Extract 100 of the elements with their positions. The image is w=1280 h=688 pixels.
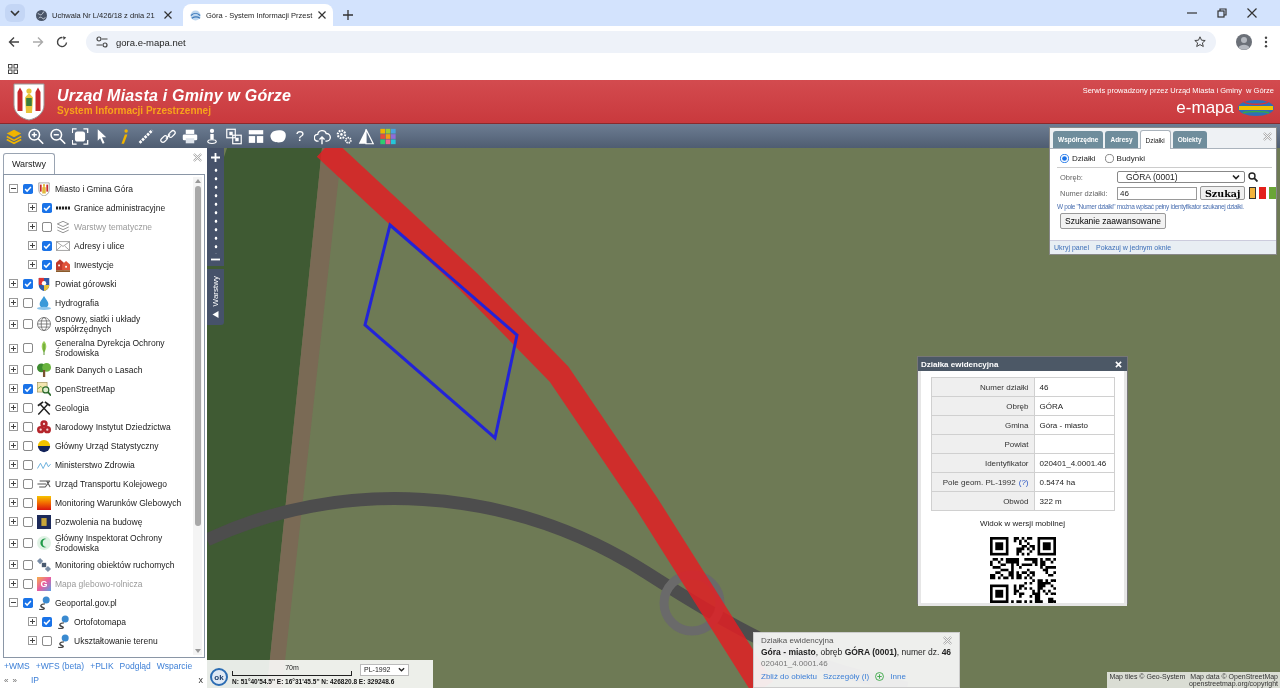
panel-link[interactable]: Wsparcie (156, 661, 193, 671)
checkbox[interactable] (23, 364, 33, 375)
layer-name[interactable]: OpenStreetMap (55, 383, 115, 394)
full-extent-icon[interactable] (70, 127, 90, 145)
tree-toggle[interactable] (9, 319, 18, 329)
radio-button[interactable] (1060, 154, 1069, 163)
popup-link[interactable]: Inne (890, 672, 906, 681)
layer-name[interactable]: Generalna Dyrekcja Ochrony Środowiska (55, 338, 187, 358)
layer-name[interactable]: Geologia (55, 402, 90, 413)
tree-toggle[interactable] (9, 460, 18, 469)
tree-toggle[interactable] (9, 598, 18, 607)
checkbox[interactable] (42, 240, 52, 251)
tree-toggle[interactable] (9, 422, 18, 431)
tree-toggle[interactable] (9, 403, 18, 412)
ip-link[interactable]: IP (30, 675, 39, 685)
back-arrow-icon[interactable] (8, 36, 20, 48)
layer-name[interactable]: Inwestycje (74, 259, 114, 270)
radio-label[interactable]: Działki (1072, 154, 1096, 163)
reload-icon[interactable] (56, 36, 68, 48)
apps-grid-icon[interactable] (8, 64, 18, 74)
checkbox[interactable] (23, 319, 33, 329)
tree-toggle[interactable] (9, 441, 18, 450)
layer-name[interactable]: Powiat górowski (55, 278, 117, 289)
scroll-down-icon[interactable] (194, 649, 201, 653)
layer-name[interactable]: Ortofotomapa (74, 616, 126, 627)
checkbox[interactable] (42, 635, 52, 646)
checkbox[interactable] (23, 516, 33, 527)
settings-icon[interactable] (334, 127, 354, 145)
checkbox[interactable] (23, 183, 33, 194)
scroll-up-icon[interactable] (194, 179, 201, 183)
layer-name[interactable]: Granice administracyjne (74, 202, 166, 213)
layer-name[interactable]: Ukształtowanie terenu (74, 635, 158, 646)
tree-toggle[interactable] (9, 279, 18, 288)
color-swatch[interactable] (1269, 187, 1277, 199)
checkbox[interactable] (23, 459, 33, 470)
tree-toggle[interactable] (28, 203, 37, 212)
search-button[interactable]: Szukaj (1200, 186, 1246, 200)
help-link[interactable]: (?) (1018, 477, 1029, 487)
zoom-out-icon[interactable] (48, 127, 68, 145)
checkbox[interactable] (23, 559, 33, 570)
shape-icon[interactable] (268, 127, 288, 145)
tree-toggle[interactable] (9, 517, 18, 526)
checkbox[interactable] (23, 597, 33, 608)
checkbox[interactable] (23, 343, 33, 353)
tree-toggle[interactable] (9, 184, 18, 193)
new-tab-icon[interactable] (343, 10, 353, 20)
checkbox[interactable] (23, 497, 33, 508)
layers-icon[interactable] (4, 127, 24, 145)
qr-code[interactable] (989, 537, 1056, 603)
checkbox[interactable] (23, 278, 33, 289)
popup-link[interactable]: Zbliż do obiektu (761, 672, 818, 681)
tree-toggle[interactable] (9, 498, 18, 507)
layer-name[interactable]: Narodowy Instytut Dziedzictwa (55, 421, 171, 432)
tree-toggle[interactable] (28, 260, 37, 269)
tree-toggle[interactable] (9, 365, 18, 374)
radio-label[interactable]: Budynki (1116, 154, 1146, 163)
avatar[interactable] (1236, 34, 1252, 50)
checkbox[interactable] (23, 297, 33, 308)
layout-icon[interactable] (246, 127, 266, 145)
help-button[interactable]: ? (290, 127, 310, 145)
link-icon[interactable] (158, 127, 178, 145)
layer-name[interactable]: Geoportal.gov.pl (55, 597, 117, 608)
checkbox[interactable] (23, 383, 33, 394)
layers-side-tab[interactable]: Warstwy (207, 269, 224, 325)
zoom-in-icon[interactable] (211, 153, 220, 162)
layer-name[interactable]: Osnowy, siatki i układy współrzędnych (55, 314, 187, 334)
layer-name[interactable]: Monitoring obiektów ruchomych (55, 559, 175, 570)
copy-icon[interactable] (224, 127, 244, 145)
layer-name[interactable]: Główny Inspektorat Ochrony Środowiska (55, 533, 187, 553)
layer-name[interactable]: Hydrografia (55, 297, 99, 308)
layer-name[interactable]: Adresy i ulice (74, 240, 125, 251)
layer-name[interactable]: Urząd Transportu Kolejowego (55, 478, 167, 489)
panel-tab[interactable]: Warstwy (3, 153, 55, 174)
tree-toggle[interactable] (9, 479, 18, 488)
checkbox[interactable] (42, 259, 52, 270)
checkbox[interactable] (42, 202, 52, 213)
address-bar[interactable]: gora.e-mapa.net (86, 31, 1216, 53)
layer-name[interactable]: Monitoring Warunków Glebowych (55, 497, 182, 508)
layer-name[interactable]: Główny Urząd Statystyczny (55, 440, 159, 451)
popup-link[interactable]: Szczegóły (I) (823, 672, 870, 681)
zoom-out-icon[interactable] (211, 258, 220, 261)
scrollbar[interactable] (193, 177, 202, 655)
tree-toggle[interactable] (28, 617, 37, 626)
close-icon[interactable] (164, 11, 172, 19)
triangle-icon[interactable] (356, 127, 376, 145)
close-icon[interactable] (1247, 8, 1257, 18)
checkbox[interactable] (23, 402, 33, 413)
ok-button[interactable]: ok (210, 668, 228, 686)
zoom-in-icon[interactable] (26, 127, 46, 145)
close-icon[interactable] (318, 11, 326, 19)
tab-list-button[interactable] (5, 4, 25, 22)
radio-button[interactable] (1104, 154, 1114, 163)
color-swatch[interactable] (1259, 187, 1267, 199)
search-icon[interactable] (1248, 172, 1258, 182)
layer-name[interactable]: Ministerstwo Zdrowia (55, 459, 135, 470)
panel-link[interactable]: +WFS (beta) (35, 661, 85, 671)
panel-link[interactable]: Podgląd (119, 661, 151, 671)
checkbox[interactable] (23, 440, 33, 451)
panel-link[interactable]: +WMS (4, 661, 30, 671)
panel-link[interactable]: +PLIK (90, 661, 114, 671)
